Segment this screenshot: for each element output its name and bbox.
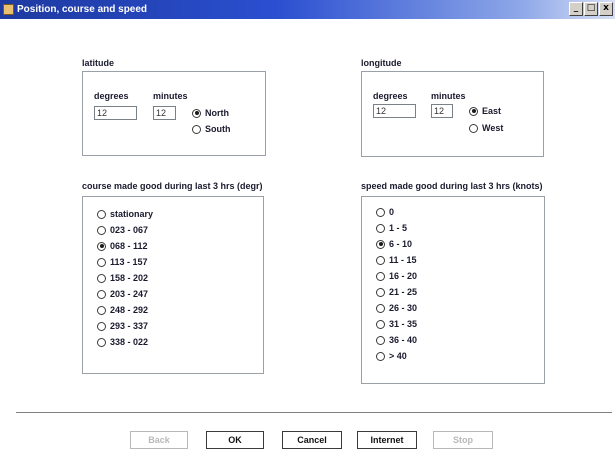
- course-option[interactable]: 338 - 022: [97, 336, 148, 348]
- close-button[interactable]: x: [599, 2, 613, 16]
- speed-option[interactable]: 0: [376, 206, 394, 218]
- speed-radio[interactable]: [376, 303, 385, 313]
- latitude-panel: degrees minutes 12 12 North South: [82, 71, 266, 156]
- latitude-north-option[interactable]: North: [192, 107, 229, 119]
- longitude-west-option[interactable]: West: [469, 122, 503, 134]
- course-option[interactable]: 158 - 202: [97, 272, 148, 284]
- longitude-minutes-label: minutes: [431, 91, 466, 101]
- longitude-east-option[interactable]: East: [469, 105, 501, 117]
- course-option[interactable]: 113 - 157: [97, 256, 148, 268]
- speed-option-label: 6 - 10: [389, 239, 413, 249]
- footer-divider: [16, 412, 612, 414]
- speed-radio[interactable]: [376, 255, 385, 265]
- course-option-label: 248 - 292: [110, 305, 149, 315]
- speed-option[interactable]: > 40: [376, 350, 407, 362]
- latitude-south-option[interactable]: South: [192, 123, 231, 135]
- course-radio[interactable]: [97, 257, 106, 267]
- south-radio-label: South: [205, 124, 231, 134]
- south-radio[interactable]: [192, 124, 201, 134]
- speed-option[interactable]: 11 - 15: [376, 254, 417, 266]
- course-radio[interactable]: [97, 241, 106, 251]
- latitude-minutes-label: minutes: [153, 91, 188, 101]
- maximize-button[interactable]: □: [584, 2, 598, 16]
- course-radio[interactable]: [97, 305, 106, 315]
- course-option[interactable]: stationary: [97, 208, 153, 220]
- course-option[interactable]: 023 - 067: [97, 224, 148, 236]
- window-controls: _ □ x: [569, 2, 613, 16]
- latitude-degrees-input[interactable]: 12: [94, 106, 137, 120]
- speed-option-label: 11 - 15: [389, 255, 417, 265]
- speed-radio[interactable]: [376, 207, 385, 217]
- north-radio[interactable]: [192, 108, 201, 118]
- cancel-button[interactable]: Cancel: [282, 431, 342, 449]
- course-option-label: 113 - 157: [110, 257, 148, 267]
- speed-option[interactable]: 31 - 35: [376, 318, 417, 330]
- course-option-label: 338 - 022: [110, 337, 149, 347]
- east-radio[interactable]: [469, 106, 478, 116]
- longitude-degrees-input[interactable]: 12: [373, 104, 416, 118]
- course-radio[interactable]: [97, 321, 106, 331]
- west-radio[interactable]: [469, 123, 478, 133]
- speed-radio[interactable]: [376, 223, 385, 233]
- speed-option-label: > 40: [389, 351, 407, 361]
- speed-option-label: 21 - 25: [389, 287, 418, 297]
- north-radio-label: North: [205, 108, 229, 118]
- speed-option-label: 36 - 40: [389, 335, 418, 345]
- speed-option[interactable]: 26 - 30: [376, 302, 417, 314]
- back-button[interactable]: Back: [130, 431, 188, 449]
- minimize-button[interactable]: _: [569, 2, 583, 16]
- course-option-label: 293 - 337: [110, 321, 149, 331]
- course-option-label: 158 - 202: [110, 273, 149, 283]
- speed-option[interactable]: 6 - 10: [376, 238, 412, 250]
- course-option-label: 023 - 067: [110, 225, 149, 235]
- ok-button[interactable]: OK: [206, 431, 264, 449]
- internet-button[interactable]: Internet: [357, 431, 417, 449]
- west-radio-label: West: [482, 123, 504, 133]
- speed-label: speed made good during last 3 hrs (knots…: [361, 181, 543, 191]
- speed-option-label: 16 - 20: [389, 271, 418, 281]
- speed-radio[interactable]: [376, 335, 385, 345]
- course-panel: stationary 023 - 067 068 - 112 113 - 157…: [82, 196, 264, 374]
- east-radio-label: East: [482, 106, 502, 116]
- speed-option-label: 31 - 35: [389, 319, 418, 329]
- speed-option-label: 26 - 30: [389, 303, 418, 313]
- stop-button[interactable]: Stop: [433, 431, 493, 449]
- speed-option[interactable]: 36 - 40: [376, 334, 417, 346]
- speed-option[interactable]: 16 - 20: [376, 270, 417, 282]
- latitude-degrees-label: degrees: [94, 91, 129, 101]
- course-radio[interactable]: [97, 289, 106, 299]
- speed-panel: 0 1 - 5 6 - 10 11 - 15 16 - 20 21 - 25 2…: [361, 196, 545, 384]
- course-option-label: stationary: [110, 209, 154, 219]
- speed-radio[interactable]: [376, 287, 385, 297]
- course-label: course made good during last 3 hrs (degr…: [82, 181, 263, 191]
- speed-radio[interactable]: [376, 319, 385, 329]
- longitude-minutes-input[interactable]: 12: [431, 104, 453, 118]
- course-option[interactable]: 248 - 292: [97, 304, 148, 316]
- course-radio[interactable]: [97, 337, 106, 347]
- course-option[interactable]: 203 - 247: [97, 288, 148, 300]
- longitude-label: longitude: [361, 58, 402, 68]
- course-option-label: 203 - 247: [110, 289, 149, 299]
- app-icon: [3, 4, 14, 15]
- course-option[interactable]: 293 - 337: [97, 320, 148, 332]
- course-option-label: 068 - 112: [110, 241, 148, 251]
- speed-option[interactable]: 21 - 25: [376, 286, 417, 298]
- title-bar: Position, course and speed _ □ x: [0, 0, 615, 19]
- speed-radio[interactable]: [376, 271, 385, 281]
- latitude-minutes-input[interactable]: 12: [153, 106, 176, 120]
- longitude-degrees-label: degrees: [373, 91, 408, 101]
- speed-option-label: 0: [389, 207, 395, 217]
- speed-radio[interactable]: [376, 351, 385, 361]
- latitude-label: latitude: [82, 58, 115, 68]
- speed-option-label: 1 - 5: [389, 223, 408, 233]
- speed-radio[interactable]: [376, 239, 385, 249]
- course-radio[interactable]: [97, 273, 106, 283]
- window-title: Position, course and speed: [17, 4, 148, 15]
- longitude-panel: degrees minutes 12 12 East West: [361, 71, 544, 157]
- speed-option[interactable]: 1 - 5: [376, 222, 407, 234]
- course-option[interactable]: 068 - 112: [97, 240, 148, 252]
- course-radio[interactable]: [97, 209, 106, 219]
- course-radio[interactable]: [97, 225, 106, 235]
